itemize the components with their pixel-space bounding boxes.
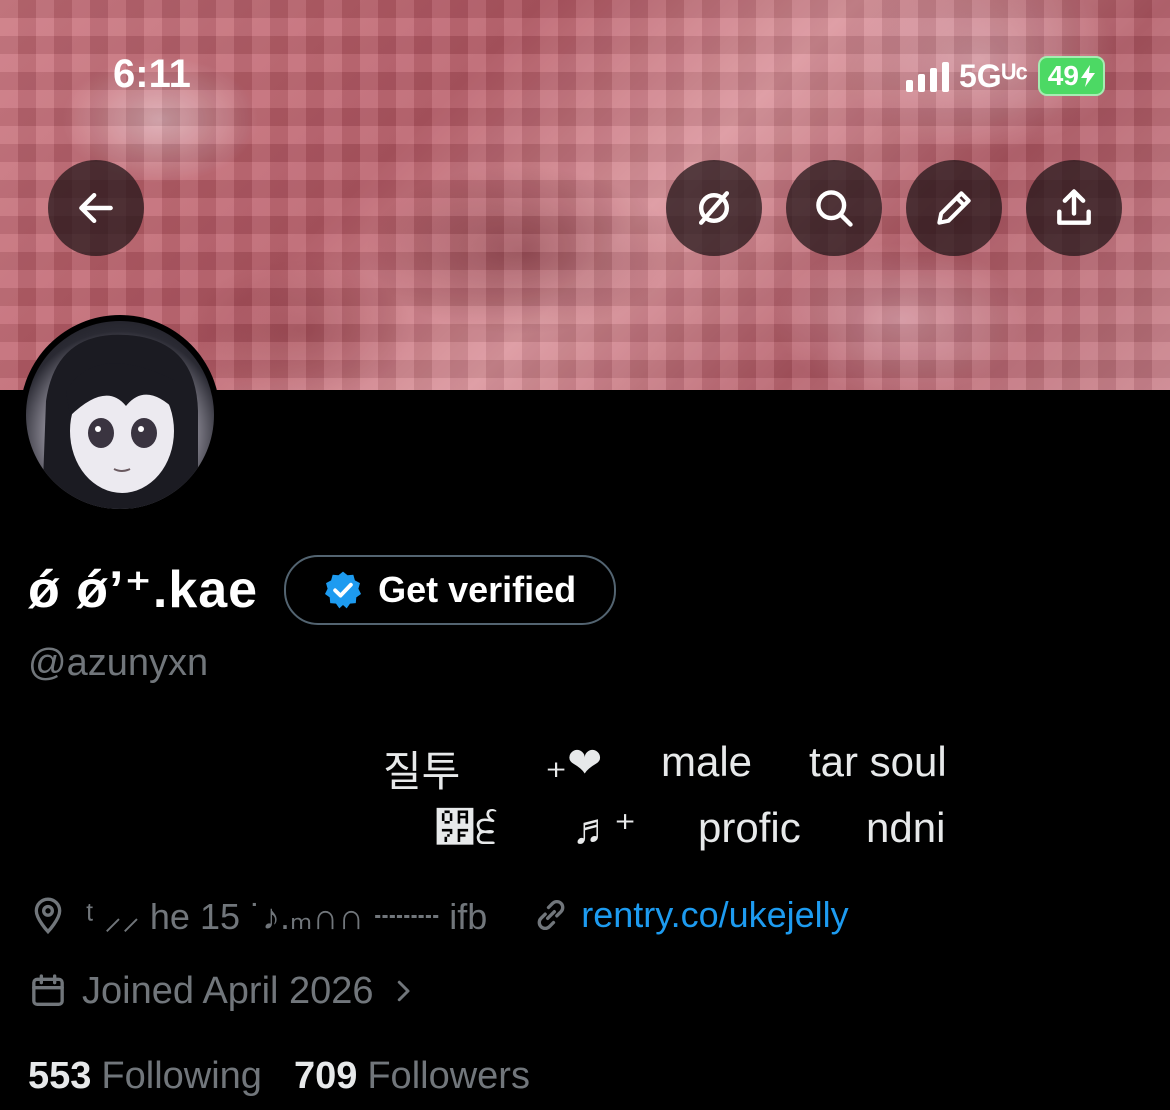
bio-text: 질투 bbox=[383, 748, 461, 795]
handle: @azunyxn bbox=[28, 642, 209, 684]
eye-slash-icon bbox=[698, 191, 730, 225]
calendar-icon bbox=[32, 974, 64, 1006]
get-verified-button[interactable]: Get verified bbox=[284, 555, 617, 625]
avatar[interactable] bbox=[20, 315, 220, 515]
battery-level: 49 bbox=[1047, 60, 1079, 91]
follow-stats: 553 Following 709 Followers bbox=[28, 1053, 530, 1099]
link-icon bbox=[537, 900, 565, 930]
verified-badge-icon bbox=[325, 571, 362, 609]
bio-text: male bbox=[661, 738, 753, 785]
charging-bolt-icon bbox=[1080, 65, 1095, 87]
joined-date-row[interactable]: Joined April 2026 bbox=[28, 968, 418, 1014]
get-verified-label: Get verified bbox=[378, 569, 577, 610]
share-button[interactable] bbox=[1026, 160, 1122, 256]
following-stat[interactable]: 553 Following bbox=[28, 1055, 262, 1098]
chevron-right-icon bbox=[397, 980, 410, 1002]
search-icon bbox=[816, 190, 853, 227]
name-row: ǿ ǿʼ⁺.kae Get verified bbox=[28, 555, 617, 625]
arrow-left-icon bbox=[79, 192, 113, 224]
bio-text: ₊❤ bbox=[545, 739, 603, 786]
joined-date: Joined April 2026 bbox=[82, 969, 374, 1012]
profile-link[interactable]: rentry.co/ukejelly bbox=[581, 894, 848, 936]
followers-stat[interactable]: 709 Followers bbox=[294, 1055, 530, 1098]
bio-text: ndni bbox=[866, 804, 946, 851]
battery-indicator: 49 bbox=[1037, 56, 1105, 96]
back-button[interactable] bbox=[48, 160, 144, 256]
location-text: ᵗ ⸝⸝ he 15 ˙♪.ₘ∩∩ ┄┄┄ ifb bbox=[86, 895, 488, 937]
status-indicators: 5Gᵁᶜ 49 bbox=[906, 56, 1105, 96]
status-time: 6:11 bbox=[113, 52, 191, 96]
avatar-image bbox=[26, 321, 214, 509]
bio-text: ੿੬ bbox=[434, 804, 498, 851]
signal-icon bbox=[906, 60, 949, 92]
location-pin-icon bbox=[34, 897, 62, 935]
search-button[interactable] bbox=[786, 160, 882, 256]
bio-text: profic bbox=[698, 804, 801, 851]
followers-label: Followers bbox=[367, 1054, 530, 1097]
following-label: Following bbox=[101, 1054, 262, 1097]
bio-text: ♬⁺ bbox=[572, 805, 637, 852]
share-icon bbox=[1057, 189, 1091, 225]
edit-button[interactable] bbox=[906, 160, 1002, 256]
network-type: 5Gᵁᶜ bbox=[959, 57, 1028, 94]
display-name: ǿ ǿʼ⁺.kae bbox=[28, 561, 259, 619]
bio-text: tar soul bbox=[809, 738, 947, 785]
following-count: 553 bbox=[28, 1054, 92, 1097]
pencil-icon bbox=[937, 191, 971, 225]
hide-button[interactable] bbox=[666, 160, 762, 256]
avatar-portrait bbox=[42, 334, 198, 509]
profile-meta: ᵗ ⸝⸝ he 15 ˙♪.ₘ∩∩ ┄┄┄ ifb rentry.co/ukej… bbox=[28, 892, 849, 938]
followers-count: 709 bbox=[293, 1054, 358, 1097]
